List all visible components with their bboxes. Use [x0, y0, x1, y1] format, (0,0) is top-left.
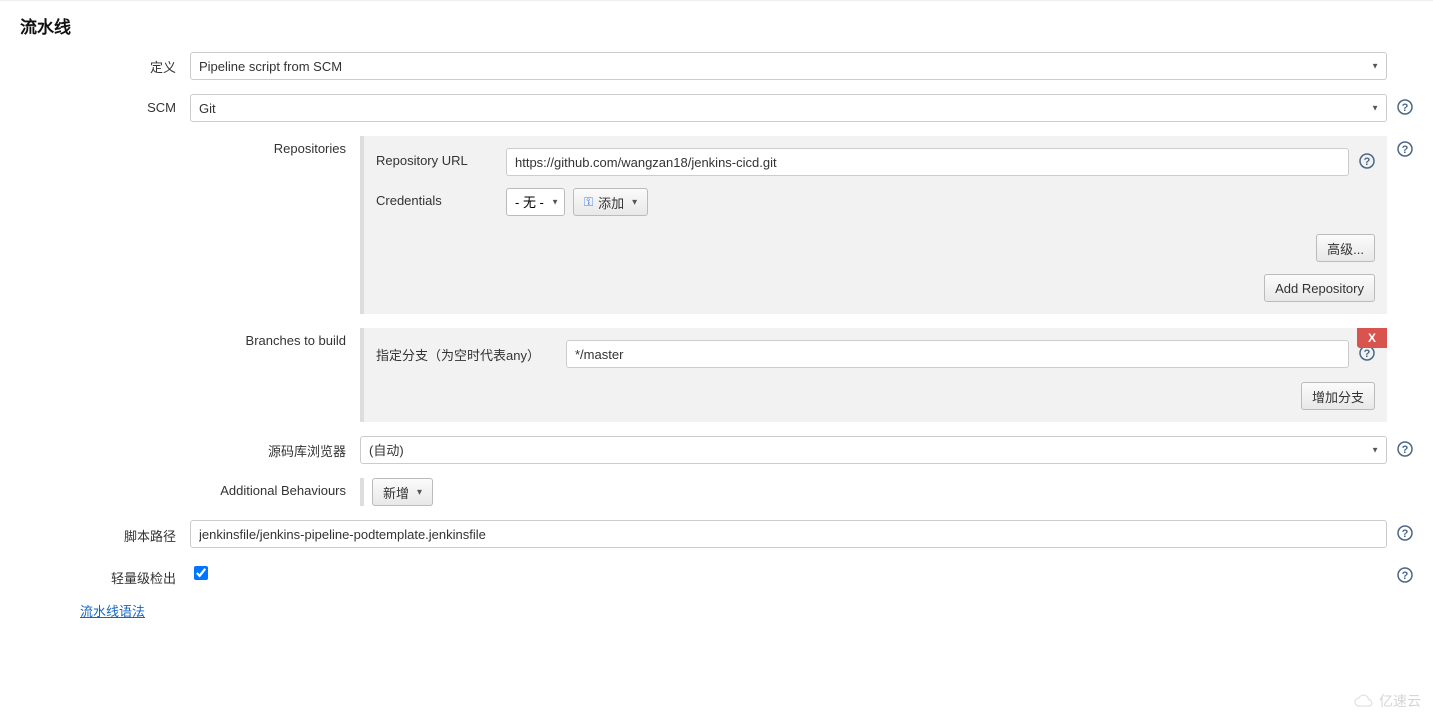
svg-text:?: ? — [1402, 102, 1409, 114]
add-repository-button[interactable]: Add Repository — [1264, 274, 1375, 302]
add-branch-button[interactable]: 增加分支 — [1301, 382, 1375, 410]
help-icon[interactable]: ? — [1397, 99, 1413, 115]
help-icon[interactable]: ? — [1359, 153, 1375, 169]
help-icon[interactable]: ? — [1397, 441, 1413, 457]
label-branches: Branches to build — [190, 328, 360, 348]
svg-text:?: ? — [1364, 348, 1371, 360]
help-icon[interactable]: ? — [1397, 567, 1413, 583]
add-credentials-button[interactable]: ⚿ 添加 — [573, 188, 648, 216]
input-branch-specifier[interactable] — [566, 340, 1349, 368]
delete-branch-button[interactable]: X — [1357, 328, 1387, 348]
help-icon[interactable]: ? — [1397, 141, 1413, 157]
cloud-icon — [1353, 694, 1375, 708]
select-credentials[interactable]: - 无 - — [506, 188, 565, 216]
label-repo-browser: 源码库浏览器 — [190, 436, 360, 460]
label-repo-url: Repository URL — [376, 148, 506, 168]
label-scm: SCM — [130, 94, 190, 115]
svg-text:?: ? — [1402, 144, 1409, 156]
add-behaviour-button[interactable]: 新增 — [372, 478, 433, 506]
label-branch-specifier: 指定分支（为空时代表any） — [376, 340, 566, 364]
advanced-button[interactable]: 高级... — [1316, 234, 1375, 262]
help-icon[interactable]: ? — [1397, 525, 1413, 541]
svg-text:?: ? — [1402, 528, 1409, 540]
label-lightweight: 轻量级检出 — [80, 562, 190, 587]
select-scm[interactable]: Git — [190, 94, 1387, 122]
svg-text:?: ? — [1402, 444, 1409, 456]
input-script-path[interactable] — [190, 520, 1387, 548]
select-definition[interactable]: Pipeline script from SCM — [190, 52, 1387, 80]
input-repo-url[interactable] — [506, 148, 1349, 176]
add-credentials-label: 添加 — [598, 193, 624, 212]
label-repositories: Repositories — [190, 136, 360, 156]
add-behaviour-label: 新增 — [383, 483, 409, 502]
panel-repositories: Repository URL ? Credentials - 无 - — [360, 136, 1387, 314]
label-definition: 定义 — [20, 52, 190, 76]
checkbox-lightweight[interactable] — [194, 566, 208, 580]
watermark: 亿速云 — [1347, 689, 1427, 713]
label-credentials: Credentials — [376, 188, 506, 208]
label-additional-behaviours: Additional Behaviours — [190, 478, 360, 498]
select-repo-browser[interactable]: (自动) — [360, 436, 1387, 464]
label-script-path: 脚本路径 — [80, 520, 190, 545]
svg-text:?: ? — [1402, 570, 1409, 582]
key-icon: ⚿ — [584, 195, 593, 210]
panel-branches: X 指定分支（为空时代表any） ? 增加分支 — [360, 328, 1387, 422]
svg-text:?: ? — [1364, 156, 1371, 168]
pipeline-syntax-link[interactable]: 流水线语法 — [80, 604, 145, 619]
section-title-pipeline: 流水线 — [20, 9, 1413, 52]
